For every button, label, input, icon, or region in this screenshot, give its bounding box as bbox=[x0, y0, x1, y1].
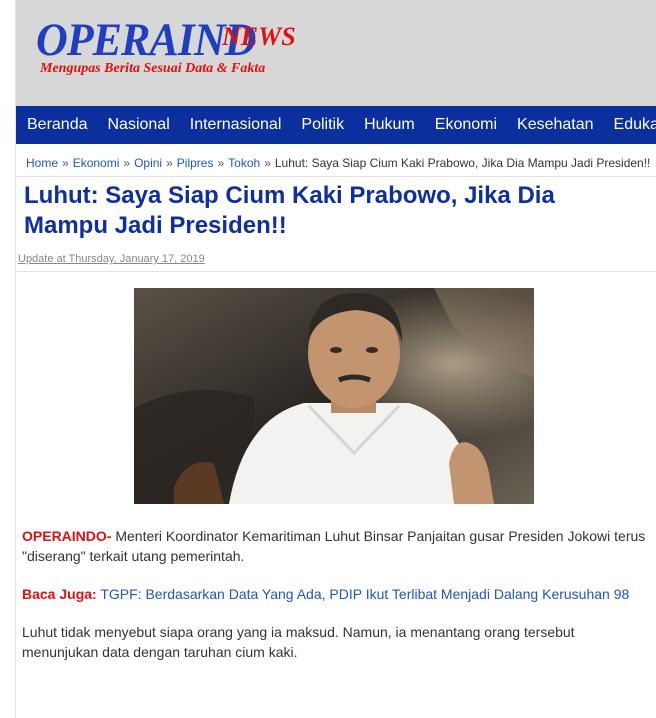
portrait-image bbox=[134, 288, 534, 504]
breadcrumb-separator: » bbox=[264, 156, 271, 170]
nav-item-edukasi[interactable]: Edukasi bbox=[604, 106, 656, 144]
breadcrumb-separator: » bbox=[166, 156, 173, 170]
page-frame: OPERAIND NEWS Mengupas Berita Sesuai Dat… bbox=[15, 0, 656, 718]
article-photo bbox=[134, 288, 534, 504]
breadcrumb: Home» Ekonomi» Opini» Pilpres» Tokoh» Luhut: … bbox=[26, 156, 650, 170]
site-logo-news[interactable]: NEWS bbox=[222, 22, 296, 52]
article-paragraph-1: OPERAINDO- Menteri Koordinator Kemaritim… bbox=[22, 526, 652, 566]
main-nav: Beranda Nasional Internasional Politik H… bbox=[16, 106, 656, 144]
article-title: Luhut: Saya Siap Cium Kaki Prabowo, Jika… bbox=[24, 182, 555, 239]
nav-item-kesehatan[interactable]: Kesehatan bbox=[507, 106, 604, 144]
breadcrumb-separator: » bbox=[62, 156, 69, 170]
divider bbox=[16, 176, 656, 177]
nav-item-ekonomi[interactable]: Ekonomi bbox=[425, 106, 507, 144]
breadcrumb-pilpres[interactable]: Pilpres bbox=[177, 156, 214, 170]
baca-juga-label: Baca Juga: bbox=[22, 586, 97, 602]
article-source: OPERAINDO- bbox=[22, 528, 112, 544]
breadcrumb-ekonomi[interactable]: Ekonomi bbox=[73, 156, 120, 170]
breadcrumb-separator: » bbox=[123, 156, 131, 170]
article-update-date: Update at Thursday, January 17, 2019 bbox=[18, 253, 205, 265]
breadcrumb-opini[interactable]: Opini bbox=[134, 156, 162, 170]
divider bbox=[16, 271, 656, 272]
breadcrumb-separator: » bbox=[217, 156, 225, 170]
nav-item-nasional[interactable]: Nasional bbox=[98, 106, 180, 144]
nav-item-politik[interactable]: Politik bbox=[291, 106, 354, 144]
article-paragraph-text: Menteri Koordinator Kemaritiman Luhut Bi… bbox=[22, 528, 646, 564]
nav-item-beranda[interactable]: Beranda bbox=[16, 106, 98, 144]
breadcrumb-tokoh[interactable]: Tokoh bbox=[228, 156, 260, 170]
breadcrumb-home[interactable]: Home bbox=[26, 156, 58, 170]
nav-item-hukum[interactable]: Hukum bbox=[354, 106, 425, 144]
article-paragraph-2: Luhut tidak menyebut siapa orang yang ia… bbox=[22, 624, 575, 660]
nav-item-internasional[interactable]: Internasional bbox=[180, 106, 292, 144]
baca-juga: Baca Juga: TGPF: Berdasarkan Data Yang A… bbox=[22, 584, 652, 604]
site-header: OPERAIND NEWS Mengupas Berita Sesuai Dat… bbox=[16, 0, 656, 106]
site-tagline: Mengupas Berita Sesuai Data & Fakta bbox=[40, 61, 266, 76]
breadcrumb-current: Luhut: Saya Siap Cium Kaki Prabowo, Jika… bbox=[274, 156, 651, 170]
baca-juga-link[interactable]: TGPF: Berdasarkan Data Yang Ada, PDIP Ik… bbox=[100, 586, 629, 602]
